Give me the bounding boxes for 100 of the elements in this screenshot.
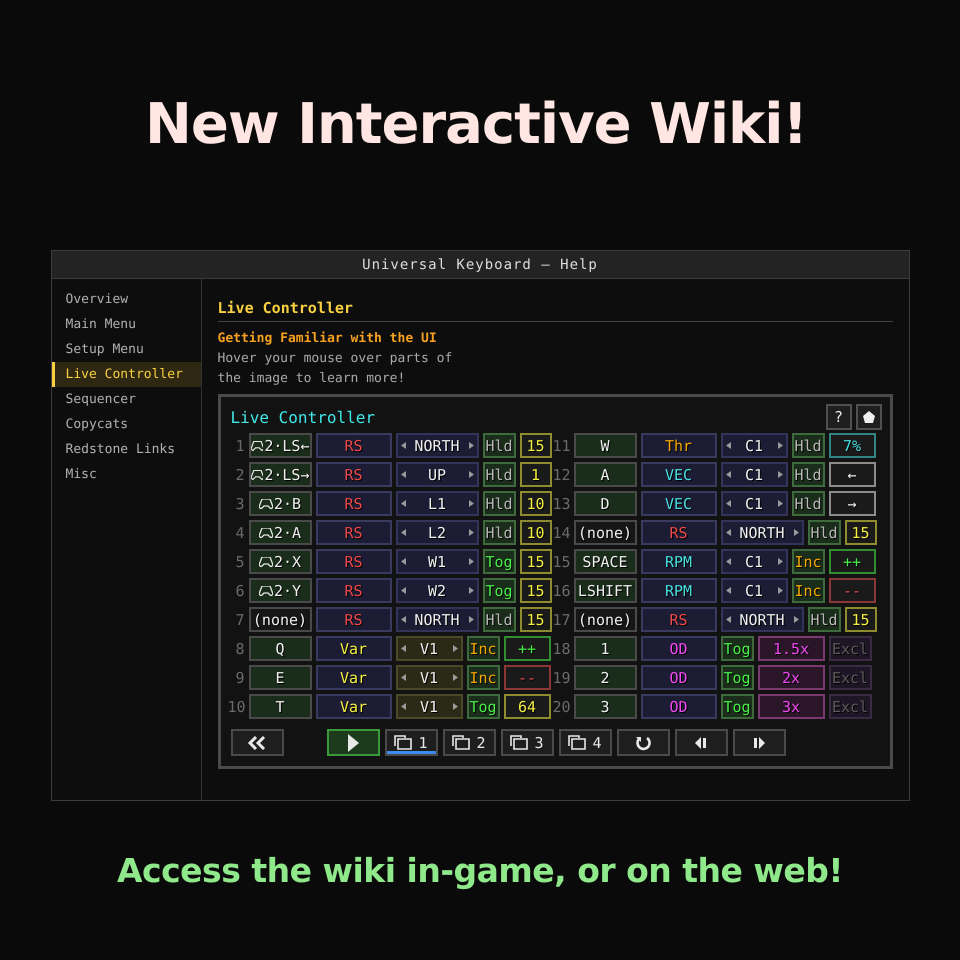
signal-type[interactable]: RS: [316, 491, 392, 516]
right-caret-icon[interactable]: [468, 616, 474, 623]
target-selector[interactable]: UP: [396, 462, 478, 487]
sidebar-item[interactable]: Main Menu: [52, 312, 200, 337]
key-binding[interactable]: D: [574, 491, 636, 516]
signal-type[interactable]: Var: [316, 665, 392, 690]
target-selector[interactable]: V1: [396, 636, 462, 661]
sidebar-item[interactable]: Redstone Links: [52, 437, 200, 462]
left-caret-icon[interactable]: [400, 674, 406, 681]
signal-type[interactable]: RS: [316, 433, 392, 458]
key-binding[interactable]: LSHIFT: [574, 578, 636, 603]
right-caret-icon[interactable]: [468, 471, 474, 478]
value-field[interactable]: 64: [504, 694, 550, 719]
mode-toggle[interactable]: Hld: [482, 491, 516, 516]
key-binding[interactable]: W: [574, 433, 636, 458]
mode-toggle[interactable]: Tog: [466, 694, 500, 719]
signal-type[interactable]: Var: [316, 636, 392, 661]
sidebar-item[interactable]: Copycats: [52, 412, 200, 437]
mode-toggle[interactable]: Inc: [466, 665, 500, 690]
value-field[interactable]: 10: [520, 520, 552, 545]
left-caret-icon[interactable]: [400, 703, 406, 710]
target-selector[interactable]: C1: [720, 433, 788, 458]
signal-type[interactable]: VEC: [640, 462, 716, 487]
value-field[interactable]: 7%: [828, 433, 876, 458]
signal-type[interactable]: RPM: [640, 549, 716, 574]
mode-toggle[interactable]: Tog: [720, 694, 754, 719]
left-caret-icon[interactable]: [726, 616, 730, 623]
previous-button[interactable]: [674, 729, 728, 756]
left-caret-icon[interactable]: [400, 558, 406, 565]
key-binding[interactable]: 2·A: [248, 520, 312, 545]
target-selector[interactable]: NORTH: [720, 607, 804, 632]
value-field[interactable]: ←: [828, 462, 876, 487]
play-button[interactable]: [326, 729, 380, 756]
value-field[interactable]: ++: [504, 636, 550, 661]
left-caret-icon[interactable]: [726, 500, 730, 507]
signal-type[interactable]: OD: [640, 636, 716, 661]
mode-toggle[interactable]: Hld: [482, 433, 516, 458]
value-field[interactable]: --: [828, 578, 876, 603]
right-caret-icon[interactable]: [468, 558, 474, 565]
signal-type[interactable]: RPM: [640, 578, 716, 603]
right-caret-icon[interactable]: [468, 442, 474, 449]
mode-toggle[interactable]: Hld: [482, 520, 516, 545]
value-field[interactable]: 10: [520, 491, 552, 516]
page-tab[interactable]: 2: [442, 729, 496, 756]
signal-type[interactable]: Var: [316, 694, 392, 719]
left-caret-icon[interactable]: [726, 471, 730, 478]
mode-toggle[interactable]: Tog: [482, 578, 516, 603]
target-selector[interactable]: L2: [396, 520, 478, 545]
sidebar-item[interactable]: Misc: [52, 462, 200, 487]
signal-type[interactable]: RS: [316, 520, 392, 545]
target-selector[interactable]: V1: [396, 665, 462, 690]
right-caret-icon[interactable]: [794, 616, 798, 623]
left-caret-icon[interactable]: [400, 587, 406, 594]
mode-toggle[interactable]: Tog: [720, 636, 754, 661]
value-field[interactable]: 3x: [758, 694, 824, 719]
target-selector[interactable]: V1: [396, 694, 462, 719]
mode-toggle[interactable]: Hld: [792, 462, 824, 487]
target-selector[interactable]: NORTH: [396, 607, 478, 632]
value-field[interactable]: ++: [828, 549, 876, 574]
target-selector[interactable]: W1: [396, 549, 478, 574]
key-binding[interactable]: Q: [248, 636, 312, 661]
mode-toggle[interactable]: Inc: [792, 578, 824, 603]
value-field[interactable]: 1.5x: [758, 636, 824, 661]
value-field[interactable]: 15: [520, 433, 552, 458]
signal-type[interactable]: RS: [316, 462, 392, 487]
signal-type[interactable]: VEC: [640, 491, 716, 516]
right-caret-icon[interactable]: [468, 500, 474, 507]
mode-toggle[interactable]: Hld: [808, 607, 840, 632]
value-field[interactable]: --: [504, 665, 550, 690]
signal-type[interactable]: Thr: [640, 433, 716, 458]
right-caret-icon[interactable]: [778, 587, 782, 594]
value-field[interactable]: 15: [520, 578, 552, 603]
key-binding[interactable]: A: [574, 462, 636, 487]
mode-toggle[interactable]: Hld: [482, 607, 516, 632]
left-caret-icon[interactable]: [726, 529, 730, 536]
target-selector[interactable]: NORTH: [396, 433, 478, 458]
value-field[interactable]: 2x: [758, 665, 824, 690]
signal-type[interactable]: RS: [316, 578, 392, 603]
left-caret-icon[interactable]: [400, 645, 406, 652]
signal-type[interactable]: RS: [640, 607, 716, 632]
right-caret-icon[interactable]: [452, 674, 458, 681]
right-caret-icon[interactable]: [778, 442, 782, 449]
value-field[interactable]: 1: [520, 462, 552, 487]
signal-type[interactable]: OD: [640, 694, 716, 719]
mode-toggle[interactable]: Hld: [482, 462, 516, 487]
target-selector[interactable]: C1: [720, 462, 788, 487]
target-selector[interactable]: C1: [720, 491, 788, 516]
sidebar-item[interactable]: Live Controller: [52, 362, 200, 387]
key-binding[interactable]: SPACE: [574, 549, 636, 574]
key-binding[interactable]: 3: [574, 694, 636, 719]
left-caret-icon[interactable]: [726, 587, 730, 594]
key-binding[interactable]: 2·LS→: [248, 462, 312, 487]
mode-toggle[interactable]: Hld: [792, 433, 824, 458]
mode-toggle[interactable]: Inc: [466, 636, 500, 661]
mode-toggle[interactable]: Hld: [808, 520, 840, 545]
help-button[interactable]: ?: [826, 404, 852, 430]
target-selector[interactable]: W2: [396, 578, 478, 603]
sidebar-item[interactable]: Sequencer: [52, 387, 200, 412]
sidebar-item[interactable]: Setup Menu: [52, 337, 200, 362]
value-field[interactable]: 15: [844, 520, 876, 545]
